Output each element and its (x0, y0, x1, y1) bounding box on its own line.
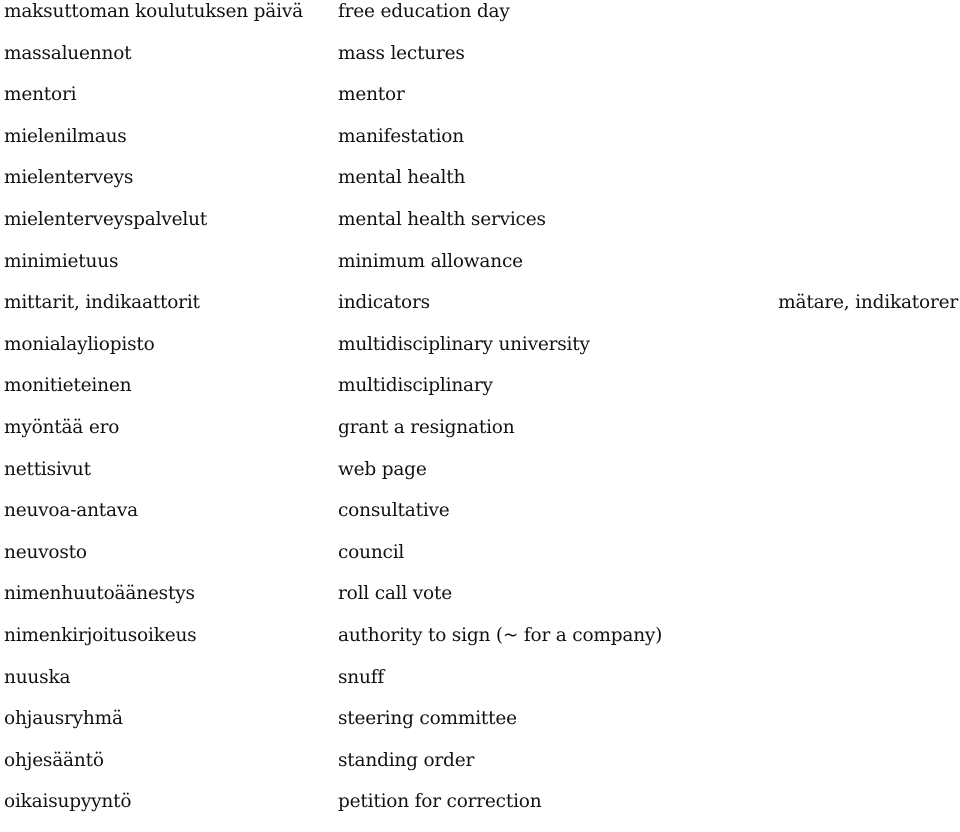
glossary-row: nuuska snuff (0, 666, 960, 708)
finnish-term: neuvosto (4, 541, 87, 563)
english-translation: minimum allowance (338, 250, 523, 272)
glossary-row: monialayliopisto multidisciplinary univer… (0, 333, 960, 375)
glossary-row: mentori mentor (0, 83, 960, 125)
finnish-term: nettisivut (4, 458, 91, 480)
english-translation: mental health (338, 167, 466, 189)
finnish-term: mielenilmaus (4, 125, 127, 147)
english-translation: multidisciplinary (338, 375, 493, 397)
english-translation: manifestation (338, 125, 464, 147)
glossary-row: nettisivut web page (0, 458, 960, 500)
finnish-term: neuvoa-antava (4, 500, 138, 522)
english-translation: mentor (338, 84, 405, 106)
glossary-row: mittarit, indikaattorit indicators mätare,… (0, 291, 960, 333)
english-translation: consultative (338, 500, 450, 522)
glossary-row: maksuttoman koulutuksen päivä free educat… (0, 0, 960, 42)
glossary-row: ohjesääntö standing order (0, 749, 960, 791)
glossary-row: nimenkirjoitusoikeus authority to sign (~… (0, 624, 960, 666)
glossary-row: mielenilmaus manifestation (0, 125, 960, 167)
english-translation: steering committee (338, 708, 517, 730)
english-translation: council (338, 541, 405, 563)
english-translation: mass lectures (338, 42, 465, 64)
glossary-row: monitieteinen multidisciplinary (0, 374, 960, 416)
finnish-term: maksuttoman koulutuksen päivä (4, 1, 303, 22)
english-translation: web page (338, 458, 427, 480)
english-translation: indicators (338, 292, 430, 314)
english-translation: petition for correction (338, 791, 542, 813)
english-translation: authority to sign (~ for a company) (338, 624, 663, 646)
english-translation: roll call vote (338, 583, 452, 605)
finnish-term: mielenterveyspalvelut (4, 208, 208, 230)
english-translation: standing order (338, 749, 475, 771)
finnish-term: massaluennot (4, 42, 132, 64)
finnish-term: ohjausryhmä (4, 708, 123, 730)
glossary-row: mielenterveys mental health (0, 166, 960, 208)
finnish-term: minimietuus (4, 250, 119, 272)
finnish-term: mentori (4, 84, 77, 106)
english-translation: snuff (338, 666, 385, 688)
glossary-row: mielenterveyspalvelut mental health servi… (0, 208, 960, 250)
glossary-row: minimietuus minimum allowance (0, 250, 960, 292)
glossary-row: neuvoa-antava consultative (0, 499, 960, 541)
finnish-term: monialayliopisto (4, 333, 155, 355)
finnish-term: mielenterveys (4, 167, 134, 189)
glossary-row: ohjausryhmä steering committee (0, 707, 960, 749)
finnish-term: nimenhuutoäänestys (4, 583, 195, 605)
english-translation: multidisciplinary university (338, 333, 590, 355)
finnish-term: nuuska (4, 666, 71, 688)
swedish-translation: mätare, indikatorer (778, 292, 958, 314)
finnish-term: monitieteinen (4, 375, 132, 397)
finnish-term: mittarit, indikaattorit (4, 292, 200, 314)
english-translation: mental health services (338, 208, 546, 230)
glossary-row: myöntää ero grant a resignation (0, 416, 960, 458)
glossary-row: massaluennot mass lectures (0, 42, 960, 84)
finnish-term: oikaisupyyntö (4, 791, 132, 813)
glossary-table: maksuttoman koulutuksen päivä free educat… (0, 0, 960, 832)
glossary-row: nimenhuutoäänestys roll call vote (0, 582, 960, 624)
glossary-row: neuvosto council (0, 541, 960, 583)
english-translation: grant a resignation (338, 416, 515, 438)
finnish-term: ohjesääntö (4, 749, 104, 771)
glossary-row: oikaisupyyntö petition for correction (0, 790, 960, 832)
finnish-term: myöntää ero (4, 416, 120, 438)
english-translation: free education day (338, 1, 510, 22)
finnish-term: nimenkirjoitusoikeus (4, 624, 197, 646)
